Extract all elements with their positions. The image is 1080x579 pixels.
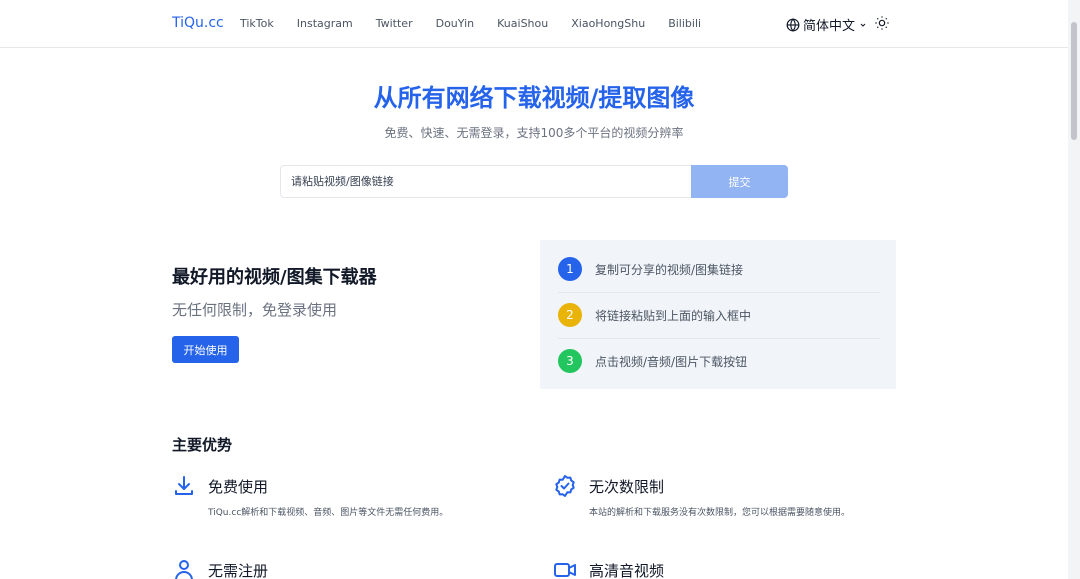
step-text: 将链接粘贴到上面的输入框中	[595, 308, 752, 323]
intro-subtitle: 无任何限制，免登录使用	[172, 301, 338, 319]
step-number-badge: 1	[558, 257, 582, 281]
feature-description: 本站的解析和下载服务没有次数限制，您可以根据需要随意使用。	[589, 508, 851, 518]
nav-link-kuaishou[interactable]: KuaiShou	[497, 17, 548, 30]
step-item: 1 复制可分享的视频/图集链接	[558, 246, 880, 292]
theme-toggle-button[interactable]	[874, 15, 890, 35]
step-item: 3 点击视频/音频/图片下载按钮	[558, 338, 880, 384]
step-number-badge: 3	[558, 349, 582, 373]
step-number-badge: 2	[558, 303, 582, 327]
top-navbar: TiQu.cc TikTok Instagram Twitter DouYin …	[0, 0, 1068, 48]
feature-title: 免费使用	[208, 478, 269, 496]
feature-title: 高清音视频	[589, 562, 665, 579]
page-scrollbar[interactable]	[1068, 0, 1080, 579]
nav-link-twitter[interactable]: Twitter	[376, 17, 413, 30]
advantages-heading: 主要优势	[172, 436, 233, 454]
nav-link-douyin[interactable]: DouYin	[436, 17, 475, 30]
get-started-button[interactable]: 开始使用	[172, 336, 239, 363]
chevron-down-icon	[860, 23, 866, 27]
feature-description: TiQu.cc解析和下载视频、音频、图片等文件无需任何费用。	[208, 508, 449, 518]
submit-button[interactable]: 提交	[691, 165, 788, 198]
feature-title: 无需注册	[208, 562, 269, 579]
site-logo[interactable]: TiQu.cc	[172, 15, 224, 31]
video-camera-icon	[554, 563, 576, 577]
intro-title: 最好用的视频/图集下载器	[172, 267, 377, 288]
nav-link-tiktok[interactable]: TikTok	[240, 17, 274, 30]
scrollbar-thumb[interactable]	[1071, 22, 1077, 140]
hero-subtitle: 免费、快速、无需登录，支持100多个平台的视频分辨率	[384, 126, 684, 140]
hero-title: 从所有网络下载视频/提取图像	[373, 84, 695, 112]
sun-icon	[875, 16, 889, 30]
badge-check-icon	[555, 475, 575, 497]
download-icon	[175, 476, 193, 495]
step-item: 2 将链接粘贴到上面的输入框中	[558, 292, 880, 338]
step-text: 复制可分享的视频/图集链接	[595, 262, 744, 277]
globe-icon	[786, 17, 800, 32]
platform-nav: TikTok Instagram Twitter DouYin KuaiShou…	[240, 17, 724, 30]
nav-link-xiaohongshu[interactable]: XiaoHongShu	[571, 17, 645, 30]
user-icon	[175, 560, 193, 579]
nav-link-bilibili[interactable]: Bilibili	[668, 17, 701, 30]
language-label: 简体中文	[803, 19, 856, 34]
language-selector[interactable]: 简体中文	[786, 15, 870, 34]
step-text: 点击视频/音频/图片下载按钮	[595, 354, 748, 369]
nav-link-instagram[interactable]: Instagram	[297, 17, 353, 30]
feature-title: 无次数限制	[589, 478, 665, 496]
steps-panel: 1 复制可分享的视频/图集链接 2 将链接粘贴到上面的输入框中 3 点击视频/音…	[540, 240, 896, 389]
url-input[interactable]	[280, 165, 691, 198]
